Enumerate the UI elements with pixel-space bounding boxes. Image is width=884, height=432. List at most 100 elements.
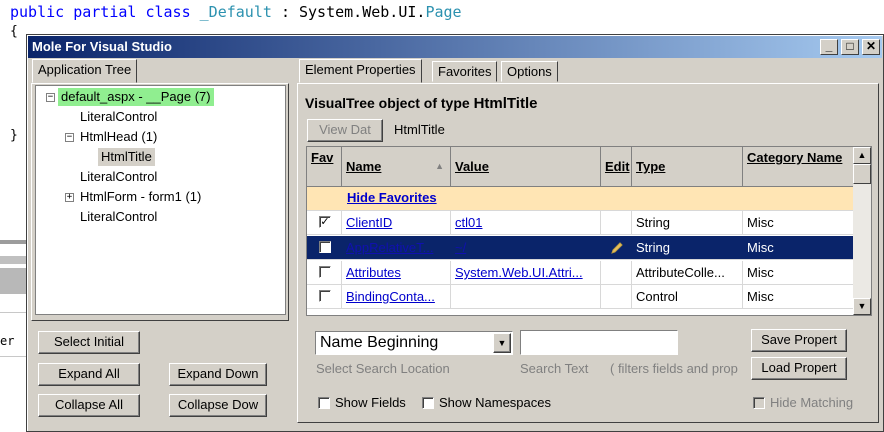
ide-divider: [0, 240, 28, 244]
tree-node-literalcontrol[interactable]: LiteralControl: [80, 208, 157, 226]
tree-node-htmlform[interactable]: HtmlForm - form1 (1): [80, 188, 201, 206]
application-tree[interactable]: − default_aspx - __Page (7) LiteralContr…: [35, 85, 286, 315]
hide-matching-checkbox[interactable]: [753, 397, 765, 409]
favorite-checkbox[interactable]: ✓: [319, 216, 331, 228]
property-grid[interactable]: Fav Name ▲ Value Edit Type Category Name …: [306, 146, 872, 316]
save-properties-button[interactable]: Save Propert: [751, 329, 847, 352]
tab-favorites[interactable]: Favorites: [432, 61, 498, 82]
property-category: Misc: [747, 265, 774, 280]
code-line-class-declaration: public partial class _Default : System.W…: [10, 3, 462, 21]
tab-application-tree[interactable]: Application Tree: [32, 59, 138, 83]
collapse-node-icon[interactable]: −: [46, 93, 55, 102]
search-location-label: Select Search Location: [316, 361, 450, 376]
ide-strip-text: er: [0, 334, 15, 348]
vertical-scrollbar[interactable]: ▲ ▼: [853, 147, 871, 315]
pencil-icon[interactable]: [609, 240, 625, 256]
tree-node-literalcontrol[interactable]: LiteralControl: [80, 168, 157, 186]
fav-cell: [307, 285, 342, 308]
favorite-checkbox[interactable]: [319, 290, 331, 302]
hide-favorites-link[interactable]: Hide Favorites: [347, 190, 437, 205]
edit-cell: [601, 285, 632, 308]
heading-type: HtmlTitle: [473, 95, 538, 112]
search-text-input[interactable]: [520, 330, 678, 355]
favorite-checkbox[interactable]: [319, 266, 331, 278]
table-row[interactable]: Attributes System.Web.UI.Attri... Attrib…: [307, 261, 854, 285]
property-value[interactable]: ctl01: [451, 211, 601, 234]
property-category: Misc: [747, 215, 774, 230]
property-name[interactable]: Attributes: [342, 261, 451, 284]
sort-ascending-icon: ▲: [435, 161, 444, 171]
scroll-up-arrow-icon[interactable]: ▲: [853, 147, 871, 164]
select-initial-button[interactable]: Select Initial: [38, 331, 140, 354]
load-properties-button[interactable]: Load Propert: [751, 357, 847, 380]
collapse-down-button[interactable]: Collapse Dow: [169, 394, 267, 417]
expand-node-icon[interactable]: +: [65, 193, 74, 202]
collapse-node-icon[interactable]: −: [65, 133, 74, 142]
favorites-group-row: Hide Favorites: [307, 187, 854, 211]
favorite-checkbox[interactable]: [319, 241, 331, 253]
column-header-edit[interactable]: Edit: [601, 147, 632, 187]
hide-matching-label: Hide Matching: [770, 395, 854, 410]
view-data-button[interactable]: View Dat: [307, 119, 383, 142]
table-row[interactable]: ✓ ClientID ctl01 String Misc: [307, 211, 854, 235]
minimize-button[interactable]: _: [820, 39, 838, 55]
search-text-label: Search Text: [520, 361, 589, 376]
property-category: Misc: [747, 289, 774, 304]
tab-label: Application Tree: [38, 62, 132, 77]
table-row[interactable]: BindingConta... Control Misc: [307, 285, 854, 309]
dropdown-arrow-icon[interactable]: ▼: [493, 333, 511, 353]
view-data-caption: HtmlTitle: [394, 122, 445, 137]
mole-window: Mole For Visual Studio _ □ ✕ Application…: [26, 34, 884, 432]
maximize-button[interactable]: □: [841, 39, 859, 55]
window-title-bar[interactable]: Mole For Visual Studio _ □ ✕: [28, 36, 882, 58]
tree-node-literalcontrol[interactable]: LiteralControl: [80, 108, 157, 126]
fav-cell: [307, 236, 342, 259]
column-header-type[interactable]: Type: [632, 147, 743, 187]
tree-node-htmltitle[interactable]: HtmlTitle: [98, 148, 155, 166]
tab-options[interactable]: Options: [501, 61, 558, 82]
property-value[interactable]: ~/: [451, 236, 601, 259]
scrollbar-thumb[interactable]: [853, 164, 871, 184]
ide-divider: [0, 256, 28, 264]
column-header-name-label: Name: [346, 159, 382, 174]
search-location-select[interactable]: Name Beginning ▼: [315, 331, 513, 355]
object-type-heading: VisualTree object of type HtmlTitle: [305, 95, 537, 112]
column-header-fav[interactable]: Fav: [307, 147, 342, 187]
code-brace-open: {: [10, 24, 18, 39]
property-type: AttributeColle...: [632, 261, 743, 284]
keyword-partial: partial: [73, 3, 137, 21]
heading-prefix: VisualTree object of type: [305, 95, 474, 111]
scroll-down-arrow-icon[interactable]: ▼: [853, 298, 871, 315]
show-namespaces-checkbox[interactable]: [422, 397, 434, 409]
property-name[interactable]: AppRelativeT...: [342, 236, 451, 259]
expand-all-button[interactable]: Expand All: [38, 363, 140, 386]
close-button[interactable]: ✕: [862, 39, 880, 55]
column-header-category[interactable]: Category Name: [743, 147, 854, 187]
property-type: String: [632, 211, 743, 234]
window-title: Mole For Visual Studio: [32, 39, 172, 54]
ide-divider: [0, 312, 28, 313]
class-name: _Default: [199, 3, 272, 21]
tab-element-properties[interactable]: Element Properties: [299, 59, 422, 83]
property-category: Misc: [747, 240, 774, 255]
collapse-all-button[interactable]: Collapse All: [38, 394, 140, 417]
fav-cell: [307, 261, 342, 284]
column-header-name[interactable]: Name ▲: [342, 147, 451, 187]
property-name[interactable]: BindingConta...: [342, 285, 451, 308]
property-name[interactable]: ClientID: [342, 211, 451, 234]
tree-node-root[interactable]: default_aspx - __Page (7): [58, 88, 214, 106]
property-value[interactable]: System.Web.UI.Attri...: [451, 261, 601, 284]
show-fields-checkbox[interactable]: [318, 397, 330, 409]
tab-label: Element Properties: [305, 62, 416, 77]
table-row-selected[interactable]: AppRelativeT... ~/ String Misc: [307, 236, 854, 260]
colon-token: :: [280, 3, 290, 21]
property-value: [451, 285, 601, 308]
keyword-class: class: [145, 3, 191, 21]
ide-divider: [0, 356, 28, 357]
column-header-value[interactable]: Value: [451, 147, 601, 187]
ide-toolbar-strip: [0, 268, 28, 294]
tree-node-htmlhead[interactable]: HtmlHead (1): [80, 128, 157, 146]
filter-note: ( filters fields and prop: [610, 361, 738, 376]
expand-down-button[interactable]: Expand Down: [169, 363, 267, 386]
show-fields-label: Show Fields: [335, 395, 406, 410]
